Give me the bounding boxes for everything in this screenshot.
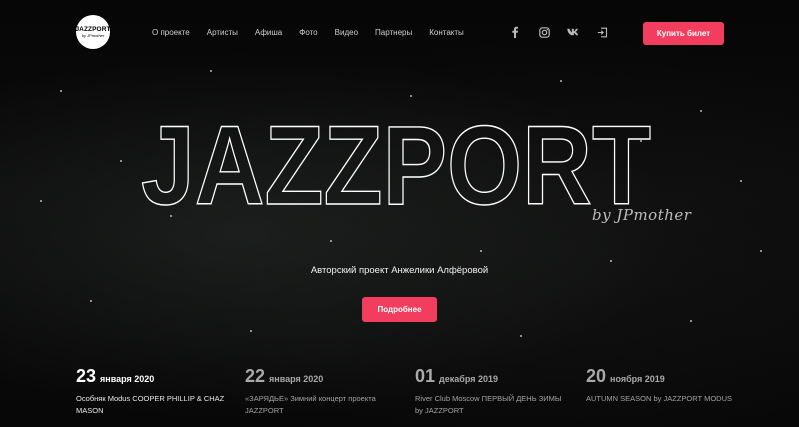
event-description: River Club Moscow ПЕРВЫЙ ДЕНЬ ЗИМЫ by JA…	[415, 394, 562, 415]
event-day: 20	[586, 366, 607, 386]
event-description: AUTUMN SEASON by JAZZPORT MODUS	[586, 394, 732, 403]
event-description: «ЗАРЯДЬЕ» Зимний концерт проекта JAZZPOR…	[245, 394, 376, 415]
logo-subtitle: by JPmother	[81, 33, 105, 38]
event-card[interactable]: 20 ноября 2019 AUTUMN SEASON by JAZZPORT…	[586, 366, 736, 405]
facebook-icon[interactable]	[509, 26, 521, 38]
event-card[interactable]: 01 декабря 2019 River Club Moscow ПЕРВЫЙ…	[415, 366, 565, 417]
nav-photo[interactable]: Фото	[299, 28, 317, 37]
social-links	[509, 26, 608, 38]
event-date: 20 ноября 2019	[586, 366, 736, 387]
event-day: 22	[245, 366, 266, 386]
event-date: 01 декабря 2019	[415, 366, 565, 387]
event-day: 01	[415, 366, 436, 386]
buy-ticket-button[interactable]: Купить билет	[643, 22, 724, 45]
event-card[interactable]: 23 января 2020 Особняк Modus COOPER PHIL…	[76, 366, 226, 417]
event-description: Особняк Modus COOPER PHILLIP & CHAZ MASO…	[76, 394, 225, 415]
logo-title: JAZZPORT	[75, 26, 111, 33]
event-date: 22 января 2020	[245, 366, 395, 387]
event-month: ноября 2019	[610, 374, 665, 384]
nav-artists[interactable]: Артисты	[207, 28, 238, 37]
site-header: JAZZPORT by JPmother О проекте Артисты А…	[0, 0, 799, 70]
events-list: 23 января 2020 Особняк Modus COOPER PHIL…	[0, 366, 799, 427]
nav-events[interactable]: Афиша	[255, 28, 282, 37]
nav-about[interactable]: О проекте	[152, 28, 190, 37]
login-icon[interactable]	[596, 26, 608, 38]
more-button[interactable]: Подробнее	[362, 297, 437, 322]
nav-partners[interactable]: Партнеры	[375, 28, 412, 37]
event-month: января 2020	[269, 374, 324, 384]
event-card[interactable]: 22 января 2020 «ЗАРЯДЬЕ» Зимний концерт …	[245, 366, 395, 417]
hero-subtitle: Авторский проект Анжелики Алфёровой	[310, 265, 489, 276]
nav-video[interactable]: Видео	[335, 28, 358, 37]
main-nav: О проекте Артисты Афиша Фото Видео Партн…	[152, 28, 481, 37]
vk-icon[interactable]	[567, 26, 579, 38]
logo[interactable]: JAZZPORT by JPmother	[75, 15, 111, 49]
hero-byline: by JPmother	[592, 206, 692, 224]
event-month: декабря 2019	[439, 374, 498, 384]
event-date: 23 января 2020	[76, 366, 226, 387]
event-day: 23	[76, 366, 97, 386]
hero-title-text: JAZZPORT	[141, 103, 651, 228]
hero-title: JAZZPORT	[136, 102, 656, 228]
instagram-icon[interactable]	[538, 26, 550, 38]
event-month: января 2020	[100, 374, 155, 384]
nav-contacts[interactable]: Контакты	[429, 28, 464, 37]
